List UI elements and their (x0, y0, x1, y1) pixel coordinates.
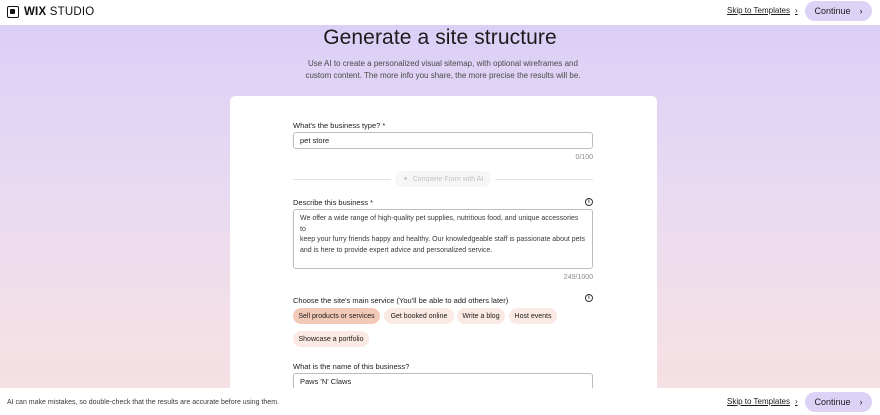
skip-to-templates-link[interactable]: Skip to Templates › (727, 6, 798, 15)
continue-label: Continue (814, 6, 851, 16)
form-card: What's the business type? * pet store 0/… (230, 96, 657, 396)
business-type-label: What's the business type? * (293, 121, 386, 130)
continue-button-bottom[interactable]: Continue › (805, 392, 872, 412)
wix-logo-icon (7, 6, 19, 18)
logo-text: WIX STUDIO (24, 6, 95, 18)
skip-to-templates-label: Skip to Templates (727, 6, 790, 15)
skip-to-templates-label: Skip to Templates (727, 397, 790, 406)
subtitle-line-1: Use AI to create a personalized visual s… (308, 59, 578, 68)
sparkle-icon: ✦ (402, 176, 409, 183)
chip-showcase-portfolio[interactable]: Showcase a portfolio (293, 331, 369, 347)
ai-divider-row: ✦ Complete Form with AI (293, 171, 593, 187)
description-line-3: and is here to provide expert advice and… (300, 246, 493, 254)
info-icon[interactable]: i (585, 294, 593, 302)
wix-studio-logo[interactable]: WIX STUDIO (7, 5, 94, 19)
top-bar: WIX STUDIO Skip to Templates › Continue … (0, 0, 880, 25)
description-line-1: We offer a wide range of high-quality pe… (300, 215, 579, 233)
chip-write-a-blog[interactable]: Write a blog (457, 308, 505, 324)
description-counter: 249/1000 (563, 274, 593, 281)
business-type-counter: 0/100 (575, 154, 593, 161)
continue-button[interactable]: Continue › (805, 1, 872, 21)
info-icon[interactable]: i (585, 198, 593, 206)
business-type-input[interactable]: pet store (293, 132, 593, 149)
description-label: Describe this business * (293, 198, 374, 207)
chevron-right-icon: › (795, 397, 798, 406)
divider-right (495, 179, 593, 180)
chip-get-booked-online[interactable]: Get booked online (384, 308, 454, 324)
chevron-right-icon: › (859, 6, 863, 16)
continue-label: Continue (814, 397, 851, 407)
description-line-2: keep your furry friends happy and health… (300, 236, 585, 243)
bottom-bar: AI can make mistakes, so double-check th… (0, 388, 880, 415)
divider-left (293, 179, 391, 180)
page-subtitle: Use AI to create a personalized visual s… (0, 58, 880, 82)
skip-to-templates-link-bottom[interactable]: Skip to Templates › (727, 397, 798, 406)
chip-host-events[interactable]: Host events (509, 308, 557, 324)
business-name-label: What is the name of this business? (293, 362, 410, 371)
complete-form-with-ai-button[interactable]: ✦ Complete Form with AI (395, 171, 491, 187)
description-textarea[interactable]: We offer a wide range of high-quality pe… (293, 209, 593, 269)
complete-form-with-ai-label: Complete Form with AI (412, 175, 484, 183)
chip-sell-products[interactable]: Sell products or services (293, 308, 380, 324)
page-title: Generate a site structure (323, 26, 557, 49)
main-service-label: Choose the site's main service (You'll b… (293, 296, 509, 305)
chevron-right-icon: › (859, 397, 863, 407)
chevron-right-icon: › (795, 6, 798, 15)
ai-disclaimer: AI can make mistakes, so double-check th… (7, 399, 279, 406)
subtitle-line-2: custom content. The more info you share,… (305, 71, 581, 80)
